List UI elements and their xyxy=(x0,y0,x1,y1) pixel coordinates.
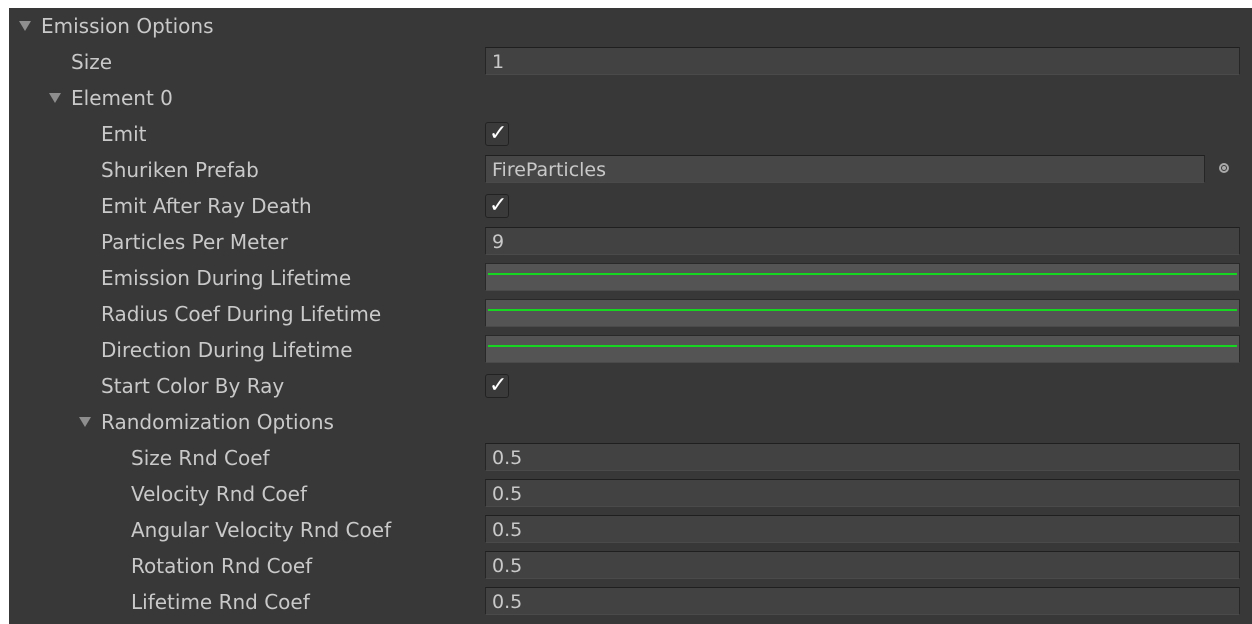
curve-line xyxy=(488,309,1237,311)
curve-line xyxy=(488,345,1237,347)
emit-after-ray-death-checkbox[interactable]: ✓ xyxy=(485,193,509,218)
emission-options-foldout[interactable]: Emission Options xyxy=(9,8,1252,44)
size-input[interactable]: 1 xyxy=(485,47,1240,75)
element-0-label: Element 0 xyxy=(71,86,173,110)
foldout-expanded-arrow-icon[interactable] xyxy=(49,93,61,103)
direction-during-lifetime-curve-field[interactable] xyxy=(485,335,1240,363)
lifetime-rnd-coef-label: Lifetime Rnd Coef xyxy=(131,590,310,614)
emission-during-lifetime-row: Emission During Lifetime xyxy=(9,260,1252,296)
angular-velocity-rnd-coef-label: Angular Velocity Rnd Coef xyxy=(131,518,392,542)
angular-velocity-rnd-coef-row: Angular Velocity Rnd Coef 0.5 xyxy=(9,512,1252,548)
shuriken-prefab-value: FireParticles xyxy=(492,159,607,181)
emit-after-ray-death-row: Emit After Ray Death ✓ xyxy=(9,188,1252,224)
angular-velocity-rnd-coef-value: 0.5 xyxy=(492,519,523,541)
lifetime-rnd-coef-row: Lifetime Rnd Coef 0.5 xyxy=(9,584,1252,620)
curve-line xyxy=(488,273,1237,275)
size-label: Size xyxy=(71,50,113,74)
shuriken-prefab-object-field[interactable]: FireParticles xyxy=(485,155,1205,183)
particles-per-meter-label: Particles Per Meter xyxy=(101,230,288,254)
size-row: Size 1 xyxy=(9,44,1252,80)
velocity-rnd-coef-input[interactable]: 0.5 xyxy=(485,479,1240,507)
foldout-expanded-arrow-icon[interactable] xyxy=(19,21,31,31)
shuriken-prefab-row: Shuriken Prefab FireParticles xyxy=(9,152,1252,188)
radius-coef-during-lifetime-curve-field[interactable] xyxy=(485,299,1240,327)
emission-options-label: Emission Options xyxy=(41,14,214,38)
start-color-by-ray-label: Start Color By Ray xyxy=(101,374,285,398)
shuriken-prefab-label: Shuriken Prefab xyxy=(101,158,259,182)
size-rnd-coef-label: Size Rnd Coef xyxy=(131,446,270,470)
lifetime-rnd-coef-input[interactable]: 0.5 xyxy=(485,587,1240,615)
lifetime-rnd-coef-value: 0.5 xyxy=(492,591,523,613)
emit-after-ray-death-label: Emit After Ray Death xyxy=(101,194,312,218)
velocity-rnd-coef-value: 0.5 xyxy=(492,483,523,505)
particles-per-meter-input[interactable]: 9 xyxy=(485,227,1240,255)
rotation-rnd-coef-row: Rotation Rnd Coef 0.5 xyxy=(9,548,1252,584)
size-rnd-coef-input[interactable]: 0.5 xyxy=(485,443,1240,471)
velocity-rnd-coef-row: Velocity Rnd Coef 0.5 xyxy=(9,476,1252,512)
inspector-panel: Emission Options Size 1 Element 0 Emit ✓… xyxy=(9,8,1252,624)
emit-row: Emit ✓ xyxy=(9,116,1252,152)
element-0-foldout[interactable]: Element 0 xyxy=(9,80,1252,116)
emit-label: Emit xyxy=(101,122,147,146)
direction-during-lifetime-label: Direction During Lifetime xyxy=(101,338,353,362)
size-rnd-coef-row: Size Rnd Coef 0.5 xyxy=(9,440,1252,476)
foldout-expanded-arrow-icon[interactable] xyxy=(79,417,91,427)
direction-during-lifetime-row: Direction During Lifetime xyxy=(9,332,1252,368)
emit-checkbox[interactable]: ✓ xyxy=(485,121,509,146)
start-color-by-ray-row: Start Color By Ray ✓ xyxy=(9,368,1252,404)
rotation-rnd-coef-input[interactable]: 0.5 xyxy=(485,551,1240,579)
object-picker-icon[interactable] xyxy=(1219,163,1229,173)
size-rnd-coef-value: 0.5 xyxy=(492,447,523,469)
radius-coef-during-lifetime-row: Radius Coef During Lifetime xyxy=(9,296,1252,332)
rotation-rnd-coef-value: 0.5 xyxy=(492,555,523,577)
emission-during-lifetime-label: Emission During Lifetime xyxy=(101,266,352,290)
size-value: 1 xyxy=(492,51,505,73)
radius-coef-during-lifetime-label: Radius Coef During Lifetime xyxy=(101,302,382,326)
checkmark-icon: ✓ xyxy=(489,373,508,398)
checkmark-icon: ✓ xyxy=(489,121,508,146)
particles-per-meter-row: Particles Per Meter 9 xyxy=(9,224,1252,260)
rotation-rnd-coef-label: Rotation Rnd Coef xyxy=(131,554,313,578)
emission-during-lifetime-curve-field[interactable] xyxy=(485,263,1240,291)
randomization-options-foldout[interactable]: Randomization Options xyxy=(9,404,1252,440)
checkmark-icon: ✓ xyxy=(489,193,508,218)
randomization-options-label: Randomization Options xyxy=(101,410,334,434)
angular-velocity-rnd-coef-input[interactable]: 0.5 xyxy=(485,515,1240,543)
velocity-rnd-coef-label: Velocity Rnd Coef xyxy=(131,482,307,506)
start-color-by-ray-checkbox[interactable]: ✓ xyxy=(485,373,509,398)
particles-per-meter-value: 9 xyxy=(492,231,505,253)
